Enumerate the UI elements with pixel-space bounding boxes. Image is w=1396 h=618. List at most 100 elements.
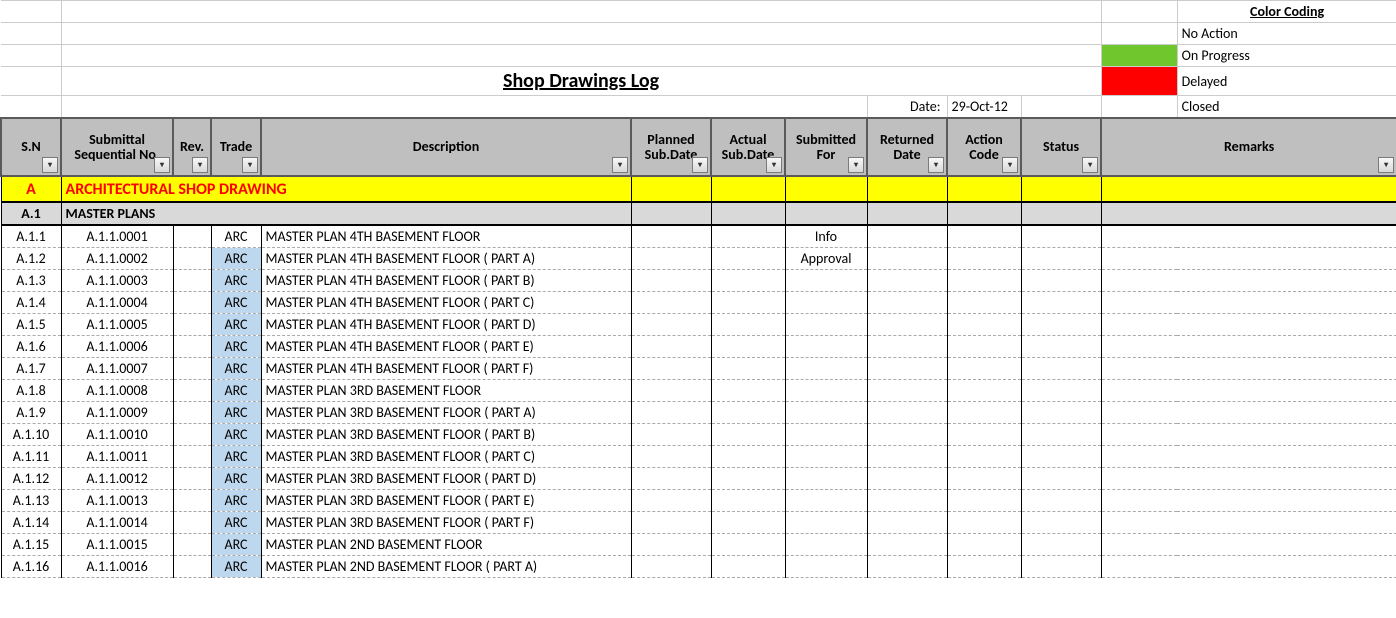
table-row[interactable]: A.1.15A.1.1.0015ARCMASTER PLAN 2ND BASEM… [1, 534, 1396, 556]
col-ret[interactable]: Returned Date▾ [867, 118, 947, 176]
col-act[interactable]: Actual Sub.Date▾ [711, 118, 785, 176]
table-row[interactable]: A.1.1A.1.1.0001ARCMASTER PLAN 4TH BASEME… [1, 225, 1396, 248]
cell-sub[interactable]: A.1.1.0012 [61, 468, 173, 490]
cell-ret[interactable] [867, 336, 947, 358]
cell-rem[interactable] [1101, 424, 1396, 446]
cell-trade[interactable]: ARC [211, 446, 261, 468]
cell-code[interactable] [947, 248, 1021, 270]
cell-rev[interactable] [173, 402, 211, 424]
table-row[interactable]: A.1.12A.1.1.0012ARCMASTER PLAN 3RD BASEM… [1, 468, 1396, 490]
cell-trade[interactable]: ARC [211, 292, 261, 314]
cell-code[interactable] [947, 380, 1021, 402]
cell-desc[interactable]: MASTER PLAN 3RD BASEMENT FLOOR ( PART C) [261, 446, 631, 468]
cell-code[interactable] [947, 424, 1021, 446]
cell-sn[interactable]: A.1.15 [1, 534, 61, 556]
cell-sub[interactable]: A.1.1.0010 [61, 424, 173, 446]
cell-act[interactable] [711, 512, 785, 534]
cell-plan[interactable] [631, 380, 711, 402]
cell-ret[interactable] [867, 490, 947, 512]
cell-act[interactable] [711, 490, 785, 512]
col-code[interactable]: Action Code▾ [947, 118, 1021, 176]
filter-icon[interactable]: ▾ [1378, 157, 1394, 173]
cell-plan[interactable] [631, 468, 711, 490]
cell-for[interactable] [785, 512, 867, 534]
cell-rem[interactable] [1101, 446, 1396, 468]
cell-stat[interactable] [1021, 380, 1101, 402]
cell-act[interactable] [711, 402, 785, 424]
cell-rev[interactable] [173, 380, 211, 402]
table-row[interactable]: A.1.14A.1.1.0014ARCMASTER PLAN 3RD BASEM… [1, 512, 1396, 534]
cell-rev[interactable] [173, 248, 211, 270]
cell-ret[interactable] [867, 534, 947, 556]
table-row[interactable]: A.1.13A.1.1.0013ARCMASTER PLAN 3RD BASEM… [1, 490, 1396, 512]
col-desc[interactable]: Description▾ [261, 118, 631, 176]
cell-for[interactable] [785, 358, 867, 380]
cell-ret[interactable] [867, 270, 947, 292]
cell-stat[interactable] [1021, 336, 1101, 358]
cell-trade[interactable]: ARC [211, 225, 261, 248]
filter-icon[interactable]: ▾ [848, 157, 864, 173]
cell-act[interactable] [711, 336, 785, 358]
cell-trade[interactable]: ARC [211, 358, 261, 380]
cell-sn[interactable]: A.1.6 [1, 336, 61, 358]
cell-trade[interactable]: ARC [211, 534, 261, 556]
cell-rev[interactable] [173, 314, 211, 336]
cell-code[interactable] [947, 336, 1021, 358]
cell-trade[interactable]: ARC [211, 424, 261, 446]
cell-trade[interactable]: ARC [211, 336, 261, 358]
cell-trade[interactable]: ARC [211, 248, 261, 270]
filter-icon[interactable]: ▾ [692, 157, 708, 173]
col-trade[interactable]: Trade▾ [211, 118, 261, 176]
cell-sn[interactable]: A.1.5 [1, 314, 61, 336]
cell-desc[interactable]: MASTER PLAN 3RD BASEMENT FLOOR ( PART B) [261, 424, 631, 446]
cell-stat[interactable] [1021, 468, 1101, 490]
cell-desc[interactable]: MASTER PLAN 4TH BASEMENT FLOOR ( PART B) [261, 270, 631, 292]
cell-plan[interactable] [631, 534, 711, 556]
cell-code[interactable] [947, 314, 1021, 336]
cell-rem[interactable] [1101, 292, 1396, 314]
cell-rev[interactable] [173, 225, 211, 248]
cell-sn[interactable]: A.1.10 [1, 424, 61, 446]
cell-code[interactable] [947, 402, 1021, 424]
filter-icon[interactable]: ▾ [42, 157, 58, 173]
cell-sn[interactable]: A.1.11 [1, 446, 61, 468]
cell-stat[interactable] [1021, 248, 1101, 270]
cell-trade[interactable]: ARC [211, 512, 261, 534]
cell-rem[interactable] [1101, 270, 1396, 292]
cell-plan[interactable] [631, 225, 711, 248]
cell-ret[interactable] [867, 248, 947, 270]
cell-rem[interactable] [1101, 512, 1396, 534]
cell-sub[interactable]: A.1.1.0015 [61, 534, 173, 556]
cell-code[interactable] [947, 468, 1021, 490]
cell-code[interactable] [947, 292, 1021, 314]
filter-icon[interactable]: ▾ [766, 157, 782, 173]
cell-stat[interactable] [1021, 314, 1101, 336]
cell-rem[interactable] [1101, 534, 1396, 556]
cell-plan[interactable] [631, 314, 711, 336]
cell-sub[interactable]: A.1.1.0002 [61, 248, 173, 270]
table-row[interactable]: A.1.7A.1.1.0007ARCMASTER PLAN 4TH BASEME… [1, 358, 1396, 380]
table-row[interactable]: A.1.5A.1.1.0005ARCMASTER PLAN 4TH BASEME… [1, 314, 1396, 336]
cell-desc[interactable]: MASTER PLAN 4TH BASEMENT FLOOR ( PART C) [261, 292, 631, 314]
cell-for[interactable] [785, 314, 867, 336]
col-plan[interactable]: Planned Sub.Date▾ [631, 118, 711, 176]
cell-for[interactable] [785, 490, 867, 512]
table-row[interactable]: A.1.10A.1.1.0010 ARCMASTER PLAN 3RD BASEM… [1, 424, 1396, 446]
filter-icon[interactable]: ▾ [1082, 157, 1098, 173]
cell-stat[interactable] [1021, 358, 1101, 380]
cell-sub[interactable]: A.1.1.0009 [61, 402, 173, 424]
cell-act[interactable] [711, 534, 785, 556]
cell-desc[interactable]: MASTER PLAN 4TH BASEMENT FLOOR ( PART D) [261, 314, 631, 336]
cell-act[interactable] [711, 270, 785, 292]
cell-rev[interactable] [173, 424, 211, 446]
cell-trade[interactable]: ARC [211, 556, 261, 578]
filter-icon[interactable]: ▾ [192, 157, 208, 173]
cell-rem[interactable] [1101, 556, 1396, 578]
cell-for[interactable] [785, 446, 867, 468]
cell-ret[interactable] [867, 446, 947, 468]
cell-stat[interactable] [1021, 292, 1101, 314]
cell-sub[interactable]: A.1.1.0011 [61, 446, 173, 468]
cell-desc[interactable]: MASTER PLAN 4TH BASEMENT FLOOR [261, 225, 631, 248]
cell-code[interactable] [947, 358, 1021, 380]
cell-for[interactable]: Approval [785, 248, 867, 270]
